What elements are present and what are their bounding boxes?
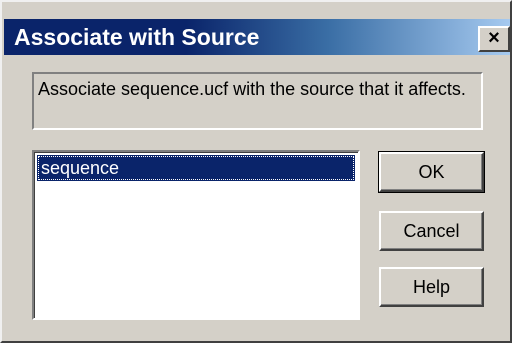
cancel-button[interactable]: Cancel bbox=[379, 211, 484, 251]
message-text: Associate sequence.ucf with the source t… bbox=[32, 72, 483, 130]
close-button[interactable]: × bbox=[478, 26, 510, 52]
close-icon: × bbox=[488, 27, 500, 49]
source-listbox[interactable]: sequence bbox=[32, 150, 360, 320]
dialog-title: Associate with Source bbox=[14, 24, 260, 50]
associate-dialog: Associate with Source × Associate sequen… bbox=[0, 0, 512, 343]
help-button[interactable]: Help bbox=[379, 267, 484, 307]
dialog-titlebar: Associate with Source bbox=[4, 19, 510, 55]
ok-button[interactable]: OK bbox=[378, 151, 485, 193]
list-item[interactable]: sequence bbox=[37, 155, 355, 181]
